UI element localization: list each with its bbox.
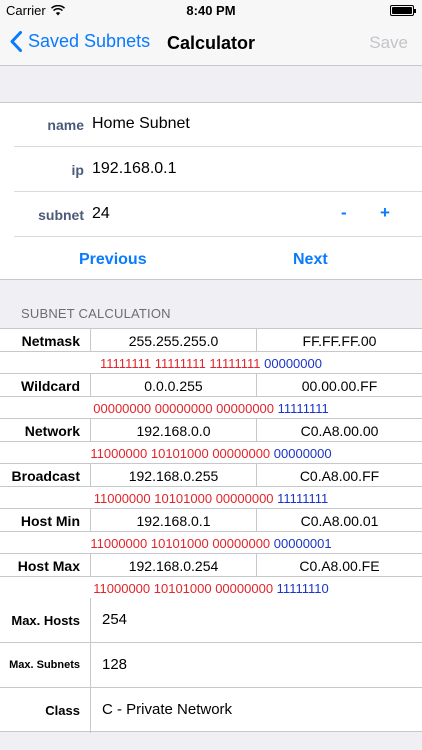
netmask-binary-network: 11111111 11111111 11111111 <box>100 356 261 371</box>
host-min-row: Host Min 192.168.0.1 C0.A8.00.01 <box>0 509 422 532</box>
page-title-label: Calculator <box>166 33 256 53</box>
subnet-increment-button[interactable]: + <box>380 203 390 223</box>
wildcard-hex: 00.00.00.FF <box>256 374 422 396</box>
network-row: Network 192.168.0.0 C0.A8.00.00 <box>0 419 422 442</box>
netmask-hex: FF.FF.FF.00 <box>256 329 422 351</box>
subnet-calculation-table: Netmask 255.255.255.0 FF.FF.FF.00 111111… <box>0 328 422 599</box>
broadcast-binary-network: 11000000 10101000 00000000 <box>93 491 274 506</box>
max-hosts-row: Max. Hosts 254 <box>0 598 422 643</box>
broadcast-decimal: 192.168.0.255 <box>90 464 256 486</box>
subnet-field[interactable]: 24 <box>92 205 110 223</box>
host-max-hex: C0.A8.00.FE <box>256 554 422 576</box>
max-subnets-row: Max. Subnets 128 <box>0 643 422 688</box>
host-max-binary-network: 11000000 10101000 00000000 <box>93 581 274 596</box>
broadcast-binary-host: 11111111 <box>277 491 329 506</box>
ip-label: ip <box>71 162 84 178</box>
wildcard-binary-network: 00000000 00000000 00000000 <box>93 401 275 416</box>
subnet-decrement-button[interactable]: - <box>341 203 347 223</box>
wildcard-label: Wildcard <box>21 378 80 394</box>
wildcard-binary: 00000000 00000000 00000000 11111111 <box>0 397 422 419</box>
navigation-bar: Saved Subnets Calculator Save <box>0 20 422 66</box>
class-row: Class C - Private Network <box>0 688 422 733</box>
class-label: Class <box>45 703 80 718</box>
section-header: SUBNET CALCULATION <box>21 306 171 321</box>
host-min-decimal: 192.168.0.1 <box>90 509 256 531</box>
host-max-decimal: 192.168.0.254 <box>90 554 256 576</box>
host-min-binary-host: 00000001 <box>273 536 332 551</box>
netmask-decimal: 255.255.255.0 <box>90 329 256 351</box>
subnet-info-table: Max. Hosts 254 Max. Subnets 128 Class C … <box>0 598 422 733</box>
subnet-row: subnet 24 - + <box>0 193 422 237</box>
host-max-row: Host Max 192.168.0.254 C0.A8.00.FE <box>0 554 422 577</box>
subnet-form: name Home Subnet ip 192.168.0.1 subnet 2… <box>0 102 422 280</box>
host-max-binary-host: 11111110 <box>276 581 329 596</box>
previous-button[interactable]: Previous <box>79 251 147 269</box>
host-min-label: Host Min <box>20 513 80 529</box>
max-subnets-value: 128 <box>90 643 422 687</box>
host-max-label: Host Max <box>17 558 80 574</box>
wildcard-decimal: 0.0.0.255 <box>90 374 256 396</box>
netmask-row: Netmask 255.255.255.0 FF.FF.FF.00 <box>0 329 422 352</box>
network-decimal: 192.168.0.0 <box>90 419 256 441</box>
network-label: Network <box>24 423 80 439</box>
broadcast-row: Broadcast 192.168.0.255 C0.A8.00.FF <box>0 464 422 487</box>
save-button[interactable]: Save <box>369 33 408 53</box>
network-hex: C0.A8.00.00 <box>256 419 422 441</box>
subnet-label: subnet <box>38 207 84 223</box>
host-min-binary: 11000000 10101000 00000000 00000001 <box>0 532 422 554</box>
broadcast-label: Broadcast <box>11 468 80 484</box>
name-field[interactable]: Home Subnet <box>92 115 190 133</box>
network-binary: 11000000 10101000 00000000 00000000 <box>0 442 422 464</box>
navigation-buttons: Previous Next <box>0 239 422 281</box>
wildcard-row: Wildcard 0.0.0.255 00.00.00.FF <box>0 374 422 397</box>
battery-icon <box>390 5 416 16</box>
status-time: 8:40 PM <box>186 3 236 18</box>
max-hosts-value: 254 <box>90 598 422 642</box>
netmask-binary-host: 00000000 <box>264 356 322 371</box>
page-title: Calculator <box>0 33 422 54</box>
class-value: C - Private Network <box>90 688 422 733</box>
host-max-binary: 11000000 10101000 00000000 11111110 <box>0 577 422 599</box>
ip-row: ip 192.168.0.1 <box>0 148 422 192</box>
next-button[interactable]: Next <box>293 251 328 269</box>
host-min-hex: C0.A8.00.01 <box>256 509 422 531</box>
broadcast-binary: 11000000 10101000 00000000 11111111 <box>0 487 422 509</box>
network-binary-network: 11000000 10101000 00000000 <box>90 446 271 461</box>
wildcard-binary-host: 11111111 <box>277 401 329 416</box>
host-min-binary-network: 11000000 10101000 00000000 <box>90 536 271 551</box>
network-binary-host: 00000000 <box>273 446 332 461</box>
status-bar: Carrier 8:40 PM <box>0 0 422 20</box>
name-label: name <box>47 117 84 133</box>
netmask-label: Netmask <box>21 333 80 349</box>
name-row: name Home Subnet <box>0 103 422 147</box>
netmask-binary: 11111111 11111111 11111111 00000000 <box>0 352 422 374</box>
max-subnets-label: Max. Subnets <box>9 659 80 671</box>
max-hosts-label: Max. Hosts <box>11 613 80 628</box>
ip-field[interactable]: 192.168.0.1 <box>92 160 177 178</box>
broadcast-hex: C0.A8.00.FF <box>256 464 422 486</box>
